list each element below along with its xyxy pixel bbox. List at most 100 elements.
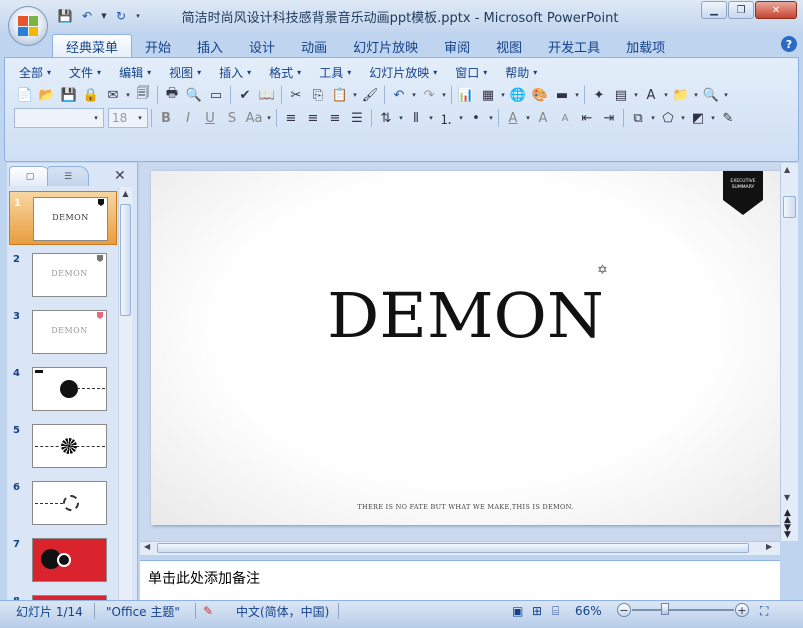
underline-icon[interactable]: U: [199, 107, 221, 129]
tab-insert[interactable]: 插入: [184, 34, 236, 58]
undo-icon[interactable]: ↶: [388, 84, 410, 106]
chevron-down-icon[interactable]: ▾: [124, 91, 132, 99]
scroll-thumb[interactable]: [120, 204, 131, 316]
menu-file[interactable]: 文件 ▾: [60, 62, 110, 82]
clipart-icon[interactable]: 🌐: [507, 84, 529, 106]
chevron-down-icon[interactable]: ▾: [709, 114, 717, 122]
tab-view[interactable]: 视图: [483, 34, 535, 58]
change-case-icon[interactable]: Aa: [243, 107, 265, 129]
menu-help[interactable]: 帮助 ▾: [496, 62, 546, 82]
chevron-down-icon[interactable]: ▾: [487, 114, 495, 122]
slide-vertical-scrollbar[interactable]: ▲ ▼ ▲ ▲ ▼ ▼: [780, 163, 798, 541]
close-button[interactable]: ✕: [755, 1, 797, 19]
chevron-down-icon[interactable]: ▾: [649, 114, 657, 122]
chevron-down-icon[interactable]: ▾: [265, 114, 273, 122]
format-painter-icon[interactable]: 🖌: [359, 84, 381, 106]
shape-fill-icon[interactable]: ◩: [687, 107, 709, 129]
tab-review[interactable]: 审阅: [431, 34, 483, 58]
numbering-icon[interactable]: ⒈: [435, 107, 457, 129]
menu-format[interactable]: 格式 ▾: [260, 62, 310, 82]
next-slide-icon[interactable]: ▼ ▼: [784, 524, 791, 540]
previous-slide-icon[interactable]: ▲ ▲: [784, 509, 791, 525]
slideshow-view-icon[interactable]: ⌸: [552, 600, 559, 622]
slide-thumb-7[interactable]: 7: [9, 533, 117, 587]
arrange-icon[interactable]: ⧉: [627, 107, 649, 129]
scroll-left-icon[interactable]: ◀: [144, 542, 150, 551]
justify-icon[interactable]: ☰: [346, 107, 368, 129]
restore-button[interactable]: ❐: [728, 1, 754, 19]
notes-placeholder[interactable]: 单击此处添加备注: [148, 568, 260, 588]
email-icon[interactable]: ✉: [102, 84, 124, 106]
scroll-thumb[interactable]: [157, 543, 749, 553]
chevron-down-icon[interactable]: ▾: [499, 91, 507, 99]
increase-indent-icon[interactable]: ⇥: [598, 107, 620, 129]
tab-classic-menu[interactable]: 经典菜单: [52, 34, 133, 58]
columns-icon[interactable]: ⫴: [405, 107, 427, 129]
bold-icon[interactable]: B: [155, 107, 177, 129]
slide-layout-icon[interactable]: ▤: [610, 84, 632, 106]
text-direction-icon[interactable]: ⇅: [375, 107, 397, 129]
chevron-down-icon[interactable]: ▾: [524, 114, 532, 122]
layout-icon[interactable]: ▭: [205, 84, 227, 106]
slide-title[interactable]: DEMON: [151, 279, 780, 352]
zoom-slider[interactable]: [632, 609, 734, 611]
chevron-down-icon[interactable]: ▾: [457, 114, 465, 122]
current-slide[interactable]: EXECUTIVE SUMMARY ✡ DEMON THERE IS NO FA…: [151, 171, 780, 525]
redo-icon[interactable]: ↷: [418, 84, 440, 106]
tab-home[interactable]: 开始: [132, 34, 184, 58]
slide-tagline[interactable]: THERE IS NO FATE BUT WHAT WE MAKE,THIS I…: [151, 503, 780, 511]
chevron-down-icon[interactable]: ▾: [632, 91, 640, 99]
scroll-right-icon[interactable]: ▶: [766, 542, 772, 551]
spelling-icon[interactable]: ✔: [234, 84, 256, 106]
shrink-font-icon[interactable]: A: [554, 107, 576, 129]
thumbnails-scrollbar[interactable]: ▲: [118, 187, 132, 600]
tab-addins[interactable]: 加载项: [613, 34, 678, 58]
italic-icon[interactable]: I: [177, 107, 199, 129]
help-icon[interactable]: ?: [781, 36, 797, 52]
research-icon[interactable]: 📖: [256, 84, 278, 106]
paste-icon[interactable]: 📋: [329, 84, 351, 106]
menu-view[interactable]: 视图 ▾: [160, 62, 210, 82]
font-size-combo[interactable]: 18 ▾: [108, 108, 148, 128]
menu-insert[interactable]: 插入 ▾: [210, 62, 260, 82]
slide-thumb-2[interactable]: 2 DEMON: [9, 248, 117, 302]
new-slide-icon[interactable]: ✦: [588, 84, 610, 106]
chevron-down-icon[interactable]: ▾: [440, 91, 448, 99]
chevron-down-icon[interactable]: ▾: [573, 91, 581, 99]
scroll-thumb[interactable]: [783, 196, 796, 218]
shadow-icon[interactable]: S: [221, 107, 243, 129]
chevron-down-icon[interactable]: ▾: [397, 114, 405, 122]
shape-outline-icon[interactable]: ✎: [717, 107, 739, 129]
undo-dropdown-icon[interactable]: ▼: [100, 12, 108, 20]
qat-customize-icon[interactable]: ▾: [134, 12, 142, 20]
slide-thumb-5[interactable]: 5: [9, 419, 117, 473]
print-preview-icon[interactable]: 🔍: [183, 84, 205, 106]
slide-thumb-8[interactable]: 8: [9, 590, 117, 600]
decrease-indent-icon[interactable]: ⇤: [576, 107, 598, 129]
chevron-down-icon[interactable]: ▾: [351, 91, 359, 99]
textbox-icon[interactable]: A: [640, 84, 662, 106]
font-name-combo[interactable]: ▾: [14, 108, 104, 128]
align-right-icon[interactable]: ≡: [324, 107, 346, 129]
redo-icon[interactable]: ↻: [112, 7, 130, 25]
zoom-icon[interactable]: 🔍: [700, 84, 722, 106]
zoom-slider-thumb[interactable]: [661, 603, 669, 615]
tab-design[interactable]: 设计: [236, 34, 288, 58]
folder-icon[interactable]: 📁: [670, 84, 692, 106]
office-button[interactable]: [8, 6, 48, 46]
menu-slideshow[interactable]: 幻灯片放映 ▾: [360, 62, 446, 82]
slide-thumb-1[interactable]: 1 DEMON: [9, 191, 117, 245]
zoom-level[interactable]: 66%: [575, 600, 602, 622]
chart-icon[interactable]: 📊: [455, 84, 477, 106]
tab-slideshow[interactable]: 幻灯片放映: [340, 34, 431, 58]
minimize-button[interactable]: ▁: [701, 1, 727, 19]
color-grayscale-icon[interactable]: 🎨: [529, 84, 551, 106]
chevron-down-icon[interactable]: ▾: [410, 91, 418, 99]
undo-icon[interactable]: ↶: [78, 7, 96, 25]
zoom-out-icon[interactable]: −: [617, 603, 631, 617]
slide-sorter-icon[interactable]: ⊞: [532, 600, 542, 622]
normal-view-icon[interactable]: ▣: [512, 600, 523, 622]
open-icon[interactable]: 📂: [36, 84, 58, 106]
menu-window[interactable]: 窗口 ▾: [446, 62, 496, 82]
slide-thumb-3[interactable]: 3 DEMON: [9, 305, 117, 359]
